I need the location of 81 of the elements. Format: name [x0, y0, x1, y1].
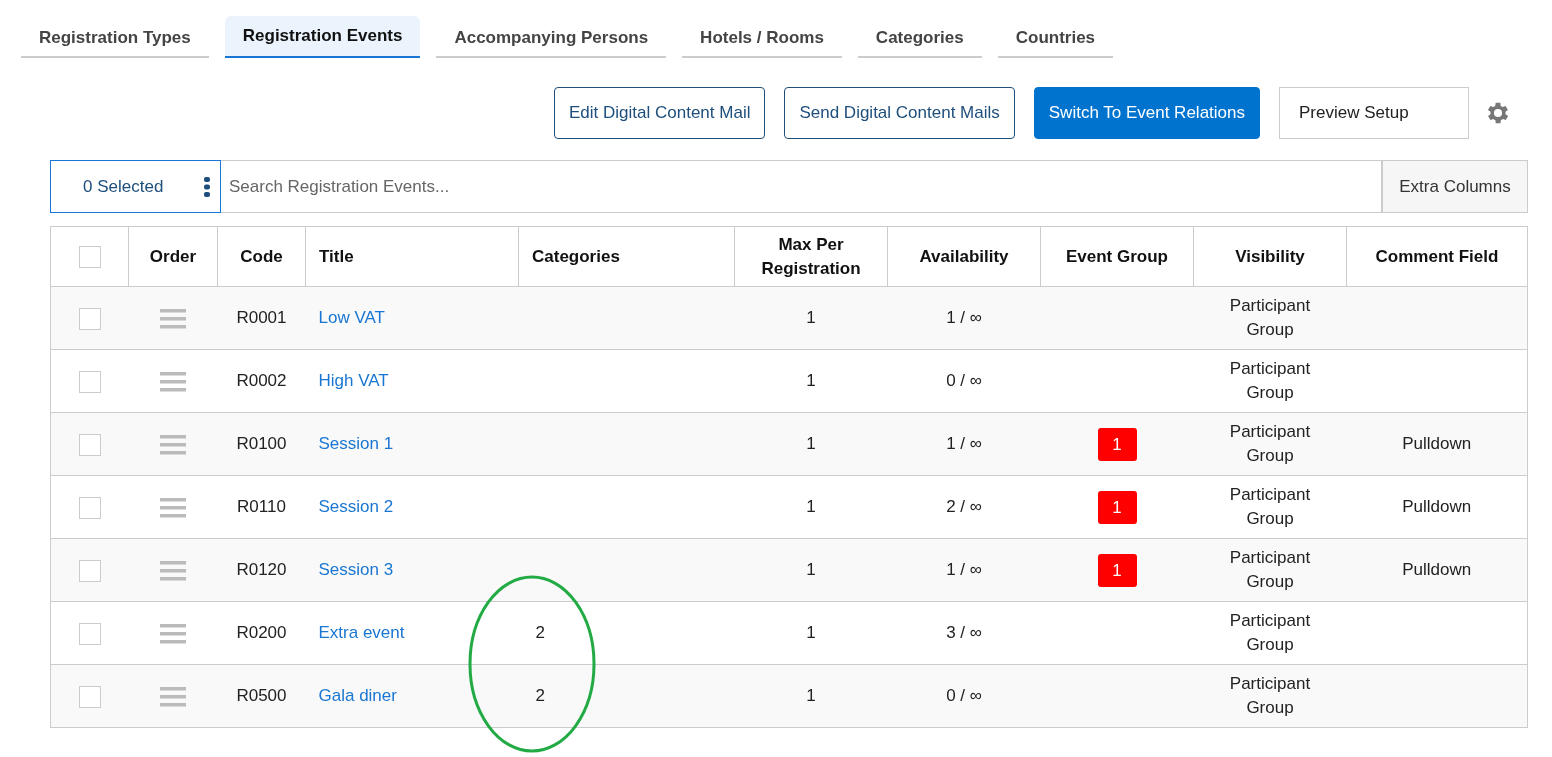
table-cell: 1 / ∞ — [946, 560, 982, 579]
table-cell: 1 — [806, 560, 816, 579]
title-link[interactable]: Session 2 — [318, 497, 394, 516]
drag-handle-icon[interactable] — [160, 623, 186, 644]
row-checkbox[interactable] — [78, 622, 101, 645]
tab[interactable]: Countries — [997, 20, 1114, 58]
column-header: Event Group — [1040, 226, 1194, 287]
table-cell: R0200 — [236, 623, 287, 642]
column-header: Title — [305, 226, 519, 287]
action-button[interactable]: Edit Digital Content Mail — [554, 87, 766, 139]
extra-columns-button[interactable]: Extra Columns — [1382, 160, 1528, 213]
table-cell-text: 2 — [534, 623, 545, 642]
select-all-checkbox[interactable] — [78, 245, 101, 268]
column-header: Order — [128, 226, 218, 287]
tab[interactable]: Registration Types — [21, 20, 209, 58]
title-link[interactable]: Session 3 — [318, 560, 394, 579]
table-cell: Pulldown — [1402, 497, 1472, 516]
table-cell: 0 / ∞ — [946, 371, 982, 390]
table-cell: 1 — [806, 308, 816, 327]
column-header: Code — [217, 226, 306, 287]
table-cell-text: Participant Group — [1228, 421, 1312, 467]
row-checkbox[interactable] — [78, 433, 101, 456]
column-header: Max Per Registration — [734, 226, 888, 287]
count-badge: 1 — [1097, 553, 1137, 587]
column-header: Visibility — [1193, 226, 1347, 287]
table-cell: R0120 — [236, 560, 287, 579]
title-link[interactable]: Extra event — [318, 623, 405, 642]
row-checkbox[interactable] — [78, 559, 101, 582]
table-cell: 3 / ∞ — [946, 623, 982, 642]
table-cell: 2 / ∞ — [946, 497, 982, 516]
title-link[interactable]: High VAT — [318, 371, 389, 390]
title-link[interactable]: Session 1 — [318, 434, 394, 453]
row-checkbox[interactable] — [78, 307, 101, 330]
column-header: Comment Field — [1346, 226, 1528, 287]
table-cell: R0500 — [236, 686, 287, 705]
table-cell-text: Participant Group — [1228, 358, 1312, 404]
drag-handle-icon[interactable] — [160, 308, 186, 329]
table-cell-text: Participant Group — [1228, 484, 1312, 530]
table-cell: 0 / ∞ — [946, 686, 982, 705]
table-cell: 1 — [806, 371, 816, 390]
table-cell: R0002 — [236, 371, 287, 390]
more-options-icon — [204, 176, 210, 197]
tab[interactable]: Accompanying Persons — [436, 20, 667, 58]
tab[interactable]: Registration Events — [224, 16, 421, 58]
title-link[interactable]: Low VAT — [318, 308, 385, 327]
drag-handle-icon[interactable] — [160, 497, 186, 518]
drag-handle-icon[interactable] — [160, 560, 186, 581]
row-checkbox[interactable] — [78, 496, 101, 519]
drag-handle-icon[interactable] — [160, 686, 186, 707]
drag-handle-icon[interactable] — [160, 434, 186, 455]
table-cell-text: Participant Group — [1228, 610, 1312, 656]
table-cell: Pulldown — [1402, 434, 1472, 453]
table-cell-text: 2 — [534, 686, 545, 705]
selection-menu-button[interactable]: 0 Selected — [50, 160, 221, 213]
table-cell-text: Participant Group — [1228, 295, 1312, 341]
action-button[interactable]: Preview Setup — [1279, 87, 1469, 139]
tab[interactable]: Hotels / Rooms — [682, 20, 842, 58]
table-cell: Pulldown — [1402, 560, 1472, 579]
column-header: Categories — [518, 226, 735, 287]
table-cell: 1 — [806, 434, 816, 453]
drag-handle-icon[interactable] — [160, 371, 186, 392]
table-cell-text: Participant Group — [1228, 673, 1312, 719]
table-cell: 1 / ∞ — [946, 308, 982, 327]
table-cell: R0110 — [237, 497, 286, 516]
table-cell: R0001 — [236, 308, 287, 327]
title-link[interactable]: Gala diner — [318, 686, 397, 705]
action-button[interactable]: Send Digital Content Mails — [784, 87, 1015, 139]
count-badge: 1 — [1097, 490, 1137, 524]
table-cell: 1 — [806, 686, 816, 705]
column-header: Availability — [887, 226, 1041, 287]
row-checkbox[interactable] — [78, 685, 101, 708]
table-cell: 1 — [806, 497, 816, 516]
table-cell: R0100 — [236, 434, 287, 453]
table-cell-text: Participant Group — [1228, 547, 1312, 593]
tab[interactable]: Categories — [857, 20, 982, 58]
count-badge: 1 — [1097, 427, 1137, 461]
table-cell: 1 / ∞ — [946, 434, 982, 453]
action-button[interactable]: Switch To Event Relations — [1033, 87, 1260, 139]
search-field[interactable]: Search Registration Events... — [221, 160, 1382, 213]
row-checkbox[interactable] — [78, 370, 101, 393]
table-cell: 1 — [806, 623, 816, 642]
